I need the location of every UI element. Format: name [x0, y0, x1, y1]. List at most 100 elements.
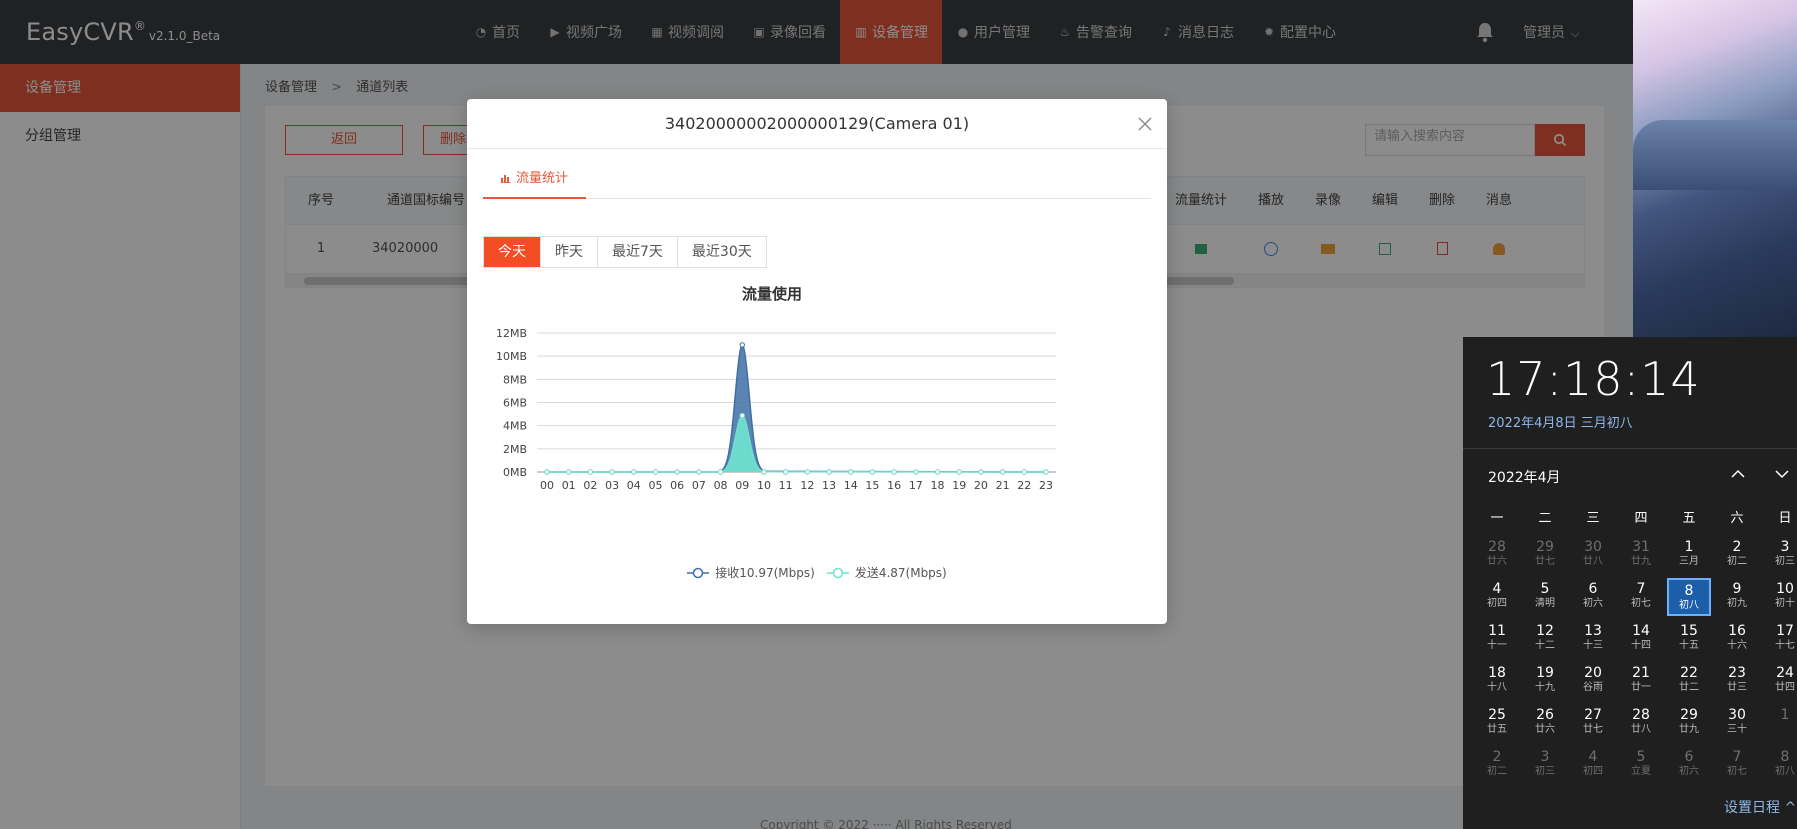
legend-label-receive: 接收10.97(Mbps)	[715, 566, 815, 580]
set-schedule-button[interactable]: 设置日程 ^	[1724, 797, 1796, 817]
calendar-day[interactable]: 28 廿六	[1475, 536, 1519, 574]
calendar-day[interactable]: 15 十五	[1667, 620, 1711, 658]
calendar-day[interactable]: 13 十三	[1571, 620, 1615, 658]
tab-flow-stats[interactable]: 流量统计	[483, 169, 587, 199]
day-number: 27	[1584, 707, 1602, 723]
close-icon[interactable]	[1137, 116, 1153, 132]
x-tick-label: 01	[562, 479, 576, 492]
calendar-day[interactable]: 31 廿九	[1619, 536, 1663, 574]
calendar-day[interactable]: 29 廿九	[1667, 704, 1711, 742]
calendar-day[interactable]: 10 初十	[1763, 578, 1797, 616]
calendar-day[interactable]: 4 初四	[1571, 746, 1615, 784]
day-number: 14	[1632, 623, 1650, 639]
calendar-day[interactable]: 28 廿八	[1619, 704, 1663, 742]
calendar-day[interactable]: 7 初七	[1619, 578, 1663, 616]
lunar-date: 十二	[1535, 640, 1555, 651]
clock-time: 17:18:14	[1486, 352, 1701, 406]
dialog-tabs: 流量统计	[483, 169, 1151, 199]
day-number: 4	[1492, 581, 1502, 597]
chevron-down-icon[interactable]	[1771, 463, 1793, 485]
day-number: 3	[1780, 539, 1790, 555]
calendar-day[interactable]: 7 初七	[1715, 746, 1759, 784]
lunar-date: 廿三	[1727, 682, 1747, 693]
range-yesterday[interactable]: 昨天	[541, 237, 598, 267]
calendar-flyout: 17:18:14 2022年4月8日 三月初八 2022年4月 一二三四五六日 …	[1463, 337, 1797, 829]
calendar-day[interactable]: 16 十六	[1715, 620, 1759, 658]
calendar-day[interactable]: 21 廿一	[1619, 662, 1663, 700]
lunar-date: 十五	[1679, 640, 1699, 651]
calendar-day[interactable]: 8 初八	[1763, 746, 1797, 784]
wallpaper-image	[1633, 120, 1797, 190]
data-point	[544, 469, 550, 475]
day-number: 3	[1540, 749, 1550, 765]
calendar-day[interactable]: 1 三月	[1667, 536, 1711, 574]
calendar-day[interactable]: 17 十七	[1763, 620, 1797, 658]
range-last-30-days[interactable]: 最近30天	[677, 237, 766, 267]
lunar-date: 初八	[1679, 600, 1699, 611]
day-number: 17	[1776, 623, 1794, 639]
calendar-day[interactable]: 30 廿八	[1571, 536, 1615, 574]
lunar-date: 十一	[1487, 640, 1507, 651]
calendar-day[interactable]: 18 十八	[1475, 662, 1519, 700]
calendar-month[interactable]: 2022年4月	[1488, 467, 1561, 487]
legend-item-send[interactable]: 发送4.87(Mbps)	[826, 564, 947, 581]
range-last-7-days[interactable]: 最近7天	[598, 237, 678, 267]
calendar-day[interactable]: 5 立夏	[1619, 746, 1663, 784]
calendar-day[interactable]: 24 廿四	[1763, 662, 1797, 700]
data-point	[978, 469, 984, 475]
calendar-day[interactable]: 2 初二	[1475, 746, 1519, 784]
calendar-day[interactable]: 19 十九	[1523, 662, 1567, 700]
calendar-day[interactable]: 4 初四	[1475, 578, 1519, 616]
data-point	[782, 469, 789, 475]
calendar-day[interactable]: 20 谷雨	[1571, 662, 1615, 700]
data-point	[565, 469, 572, 475]
calendar-day[interactable]: 27 廿七	[1571, 704, 1615, 742]
calendar-day[interactable]: 22 廿二	[1667, 662, 1711, 700]
range-today[interactable]: 今天	[484, 237, 541, 267]
calendar-day[interactable]: 9 初九	[1715, 578, 1759, 616]
legend-item-receive[interactable]: 接收10.97(Mbps)	[687, 564, 815, 581]
lunar-date: 初七	[1631, 598, 1651, 609]
lunar-date: 初四	[1487, 598, 1507, 609]
dialog-title: 34020000002000000129(Camera 01)	[664, 114, 970, 133]
calendar-day[interactable]: 29 廿七	[1523, 536, 1567, 574]
chevron-up-icon[interactable]	[1727, 463, 1749, 485]
calendar-day[interactable]: 6 初六	[1571, 578, 1615, 616]
day-number: 15	[1680, 623, 1698, 639]
day-number: 19	[1536, 665, 1554, 681]
lunar-date: 廿九	[1679, 724, 1699, 735]
calendar-day[interactable]: 1	[1763, 704, 1797, 742]
data-point	[956, 469, 962, 475]
day-number: 2	[1732, 539, 1742, 555]
x-tick-label: 21	[996, 479, 1010, 492]
data-point	[999, 469, 1006, 475]
calendar-day[interactable]: 11 十一	[1475, 620, 1519, 658]
y-tick-label: 12MB	[496, 327, 527, 340]
day-number: 7	[1636, 581, 1646, 597]
lunar-date: 廿四	[1775, 682, 1795, 693]
calendar-day[interactable]: 2 初二	[1715, 536, 1759, 574]
calendar-day[interactable]: 12 十二	[1523, 620, 1567, 658]
calendar-day-selected[interactable]: 8 初八	[1667, 578, 1711, 616]
calendar-day[interactable]: 30 三十	[1715, 704, 1759, 742]
x-tick-label: 09	[735, 479, 749, 492]
y-tick-label: 8MB	[503, 373, 527, 386]
lunar-date: 廿六	[1487, 556, 1507, 567]
calendar-day[interactable]: 5 清明	[1523, 578, 1567, 616]
calendar-day[interactable]: 6 初六	[1667, 746, 1711, 784]
data-point	[804, 469, 811, 475]
clock-date[interactable]: 2022年4月8日 三月初八	[1488, 412, 1633, 431]
lunar-date: 初七	[1727, 766, 1747, 777]
calendar-day[interactable]: 23 廿三	[1715, 662, 1759, 700]
day-number: 28	[1488, 539, 1506, 555]
lunar-date: 廿九	[1631, 556, 1651, 567]
app-window: EasyCVR ® v2.1.0_Beta ◔ 首页 ▶ 视频广场 ▦ 视频调阅 ▣ 录…	[0, 0, 1633, 829]
calendar-day[interactable]: 3 初三	[1523, 746, 1567, 784]
calendar-day[interactable]: 25 廿五	[1475, 704, 1519, 742]
lunar-date: 十七	[1775, 640, 1795, 651]
x-tick-label: 06	[670, 479, 684, 492]
calendar-day[interactable]: 26 廿六	[1523, 704, 1567, 742]
calendar-day[interactable]: 3 初三	[1763, 536, 1797, 574]
day-number: 28	[1632, 707, 1650, 723]
calendar-day[interactable]: 14 十四	[1619, 620, 1663, 658]
